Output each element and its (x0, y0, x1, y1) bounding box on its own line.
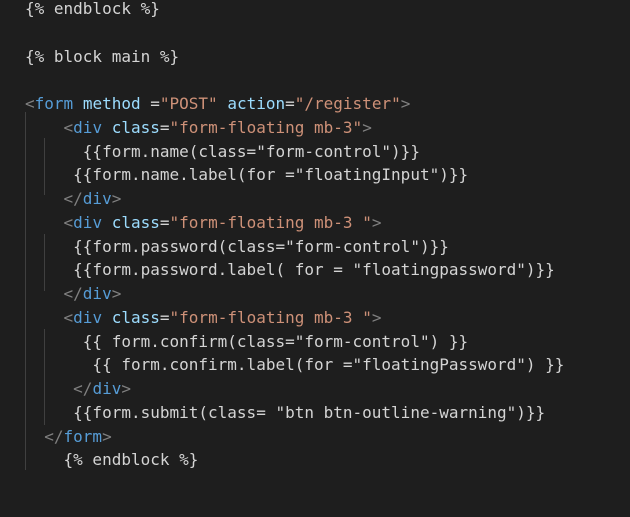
code-token: </ (63, 284, 83, 303)
code-token: div (73, 307, 103, 327)
code-line[interactable]: <div class="form-floating mb-3"> (25, 116, 372, 140)
code-token: = (159, 307, 170, 327)
code-line[interactable]: <div class="form-floating mb-3 "> (25, 211, 382, 235)
code-line[interactable]: {{ form.confirm.label(for ="floatingPass… (25, 353, 564, 377)
code-token: class (111, 212, 160, 232)
code-token: < (63, 117, 74, 137)
code-token: class (111, 117, 160, 137)
code-token: {{ form.confirm(class="form-control") }} (25, 331, 469, 351)
code-token: {% block main %} (25, 46, 180, 66)
code-token: > (371, 212, 382, 232)
code-token: {{form.password(class="form-control")}} (25, 236, 449, 256)
code-token: > (371, 307, 382, 327)
code-token: div (82, 189, 112, 208)
code-token: < (25, 94, 35, 113)
code-line[interactable]: {{form.name(class="form-control")}} (25, 140, 420, 164)
code-line[interactable]: </div> (25, 377, 131, 401)
code-line[interactable]: {{form.password(class="form-control")}} (25, 235, 449, 259)
code-token: {% endblock %} (25, 450, 199, 470)
code-token: "form-floating mb-3 " (169, 212, 372, 232)
code-token: > (362, 117, 372, 137)
code-token: "POST" (159, 94, 218, 113)
code-token: </ (63, 189, 83, 208)
code-token: div (82, 284, 112, 303)
code-token: div (73, 212, 103, 232)
code-token: = (159, 117, 170, 137)
code-line[interactable]: {{form.name.label(for ="floatingInput")}… (25, 163, 468, 187)
code-token: div (73, 117, 103, 137)
code-token: form (34, 94, 74, 113)
code-token: < (63, 212, 74, 232)
code-line[interactable]: {% endblock %} (25, 0, 160, 21)
code-line[interactable]: {% endblock %} (25, 448, 199, 472)
code-line[interactable]: {{form.password.label( for = "floatingpa… (25, 258, 555, 282)
code-token: "form-floating mb-3" (169, 117, 363, 137)
code-line[interactable]: <form method ="POST" action="/register"> (25, 92, 410, 116)
code-token: < (63, 307, 74, 327)
code-line[interactable]: </div> (25, 187, 122, 211)
code-line[interactable]: </form> (25, 425, 112, 449)
code-token: > (102, 426, 112, 446)
code-token: > (400, 94, 411, 113)
code-line[interactable]: <div class="form-floating mb-3 "> (25, 306, 382, 330)
code-line[interactable]: {{ form.confirm(class="form-control") }} (25, 330, 468, 354)
code-token: method (82, 94, 141, 113)
code-token: {{form.name.label(for ="floatingInput")}… (25, 165, 469, 185)
code-token: {% endblock %} (25, 0, 160, 18)
code-token: {{form.name(class="form-control")}} (25, 141, 420, 161)
code-token: > (111, 189, 122, 208)
code-token: {{ form.confirm.label(for ="floatingPass… (25, 355, 565, 375)
code-token: class (111, 307, 160, 327)
code-token: = (140, 94, 160, 113)
code-token: </ (44, 426, 64, 446)
code-token: {{form.password.label( for = "floatingpa… (25, 260, 555, 280)
code-line[interactable]: {{form.submit(class= "btn btn-outline-wa… (25, 401, 545, 425)
code-token: action (227, 94, 286, 113)
code-token: "form-floating mb-3 " (169, 307, 372, 327)
code-token: "/register" (294, 94, 401, 113)
code-token: div (92, 379, 122, 398)
code-token: {{form.submit(class= "btn btn-outline-wa… (25, 402, 546, 422)
code-token: = (285, 94, 295, 113)
code-token: = (159, 212, 170, 232)
code-token: </ (73, 379, 93, 398)
code-line[interactable]: {% block main %} (25, 45, 179, 69)
code-editor[interactable]: {% endblock %} {% block main %} <form meth… (0, 0, 630, 517)
code-token: > (111, 284, 122, 303)
code-line[interactable]: </div> (25, 282, 122, 306)
code-token: > (121, 379, 131, 398)
code-token: form (63, 426, 103, 446)
